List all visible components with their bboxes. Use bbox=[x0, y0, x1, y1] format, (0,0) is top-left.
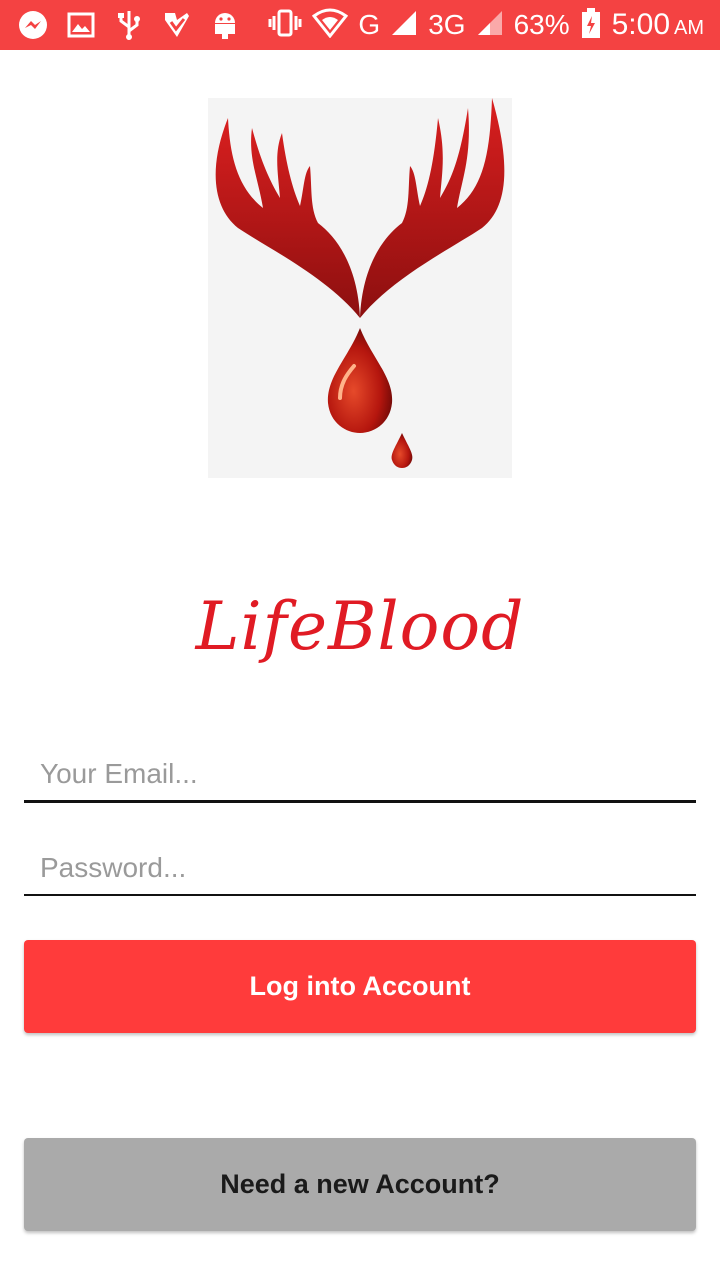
signal-icon bbox=[390, 9, 418, 42]
new-account-button[interactable]: Need a new Account? bbox=[24, 1138, 696, 1231]
status-bar: G 3G 63% 5:00 AM bbox=[0, 0, 720, 50]
app-title: LifeBlood bbox=[195, 588, 525, 665]
password-field[interactable] bbox=[24, 840, 696, 896]
clock: 5:00 AM bbox=[612, 8, 704, 42]
email-field[interactable] bbox=[24, 746, 696, 802]
battery-icon bbox=[580, 7, 602, 44]
lifeblood-logo bbox=[208, 98, 512, 478]
network-3g-label: 3G bbox=[428, 9, 466, 40]
vibrate-icon bbox=[268, 8, 302, 43]
gallery-icon bbox=[64, 8, 98, 42]
battery-percent: 63% bbox=[513, 9, 570, 40]
email-field-container bbox=[24, 746, 696, 803]
usb-icon bbox=[112, 8, 146, 42]
messenger-icon bbox=[16, 8, 50, 42]
notification-icons bbox=[16, 0, 256, 50]
app-icon bbox=[160, 8, 194, 42]
wifi-icon bbox=[312, 8, 349, 43]
signal-icon bbox=[476, 9, 504, 42]
password-field-container bbox=[24, 840, 696, 896]
clock-time: 5:00 bbox=[611, 8, 670, 41]
android-icon bbox=[208, 8, 242, 42]
login-button[interactable]: Log into Account bbox=[24, 940, 696, 1033]
network-g-label: G bbox=[358, 9, 381, 40]
system-indicators: G 3G 63% 5:00 AM bbox=[268, 0, 704, 50]
clock-ampm: AM bbox=[674, 17, 704, 39]
